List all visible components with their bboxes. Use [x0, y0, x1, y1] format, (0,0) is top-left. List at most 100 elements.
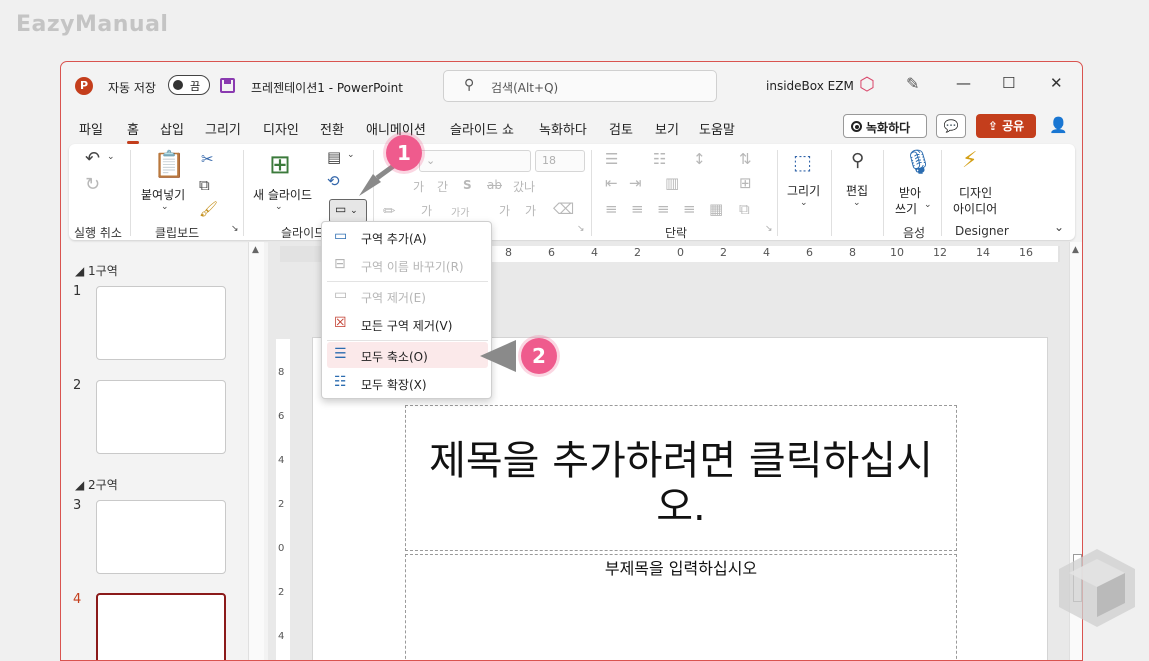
layout-dropdown-icon[interactable]: ⌄ — [347, 150, 355, 160]
tab-design[interactable]: 디자인 — [263, 119, 299, 138]
menu-item-collapse-all[interactable]: ☰ 모두 축소(O) — [327, 342, 488, 368]
tab-file[interactable]: 파일 — [79, 119, 103, 138]
tab-animations[interactable]: 애니메이션 — [366, 119, 426, 138]
menu-item-remove-all-sections[interactable]: ☒ 모든 구역 제거(V) — [327, 311, 488, 337]
grow-font-button[interactable]: 가 — [499, 202, 510, 219]
new-slide-dropdown-icon[interactable]: ⌄ — [275, 202, 283, 212]
bold-button[interactable]: 가 — [413, 178, 424, 195]
scroll-up-icon[interactable]: ▲ — [1072, 245, 1079, 255]
font-size-combo[interactable]: 18 — [535, 150, 585, 172]
account-hex-icon[interactable]: ⬡ — [859, 74, 875, 95]
columns-icon[interactable]: ▥ — [665, 174, 679, 192]
tab-view[interactable]: 보기 — [655, 119, 679, 138]
clipboard-launcher-icon[interactable]: ↘ — [231, 224, 239, 234]
edit-label[interactable]: 편집 — [846, 182, 868, 199]
minimize-button[interactable]: — — [956, 74, 971, 92]
ruler-tick: 2 — [720, 246, 727, 259]
tab-insert[interactable]: 삽입 — [160, 119, 184, 138]
title-placeholder[interactable]: 제목을 추가하려면 클릭하십시오. — [405, 405, 957, 551]
paste-label[interactable]: 붙여넣기 — [141, 186, 185, 203]
draw-label[interactable]: 그리기 — [787, 182, 820, 199]
paragraph-launcher-icon[interactable]: ↘ — [765, 224, 773, 234]
spacing-button[interactable]: 갔나 — [513, 178, 535, 195]
change-case-button[interactable]: 가가 — [451, 204, 469, 219]
layout-icon[interactable]: ▤ — [327, 148, 341, 166]
numbering-icon[interactable]: ☷ — [653, 150, 666, 168]
maximize-button[interactable]: ☐ — [1002, 74, 1015, 92]
font-color-button[interactable]: 가 — [421, 202, 432, 219]
undo-icon[interactable]: ↶ — [85, 148, 100, 169]
designer-icon[interactable]: ⚡ — [962, 148, 977, 173]
menu-item-add-section[interactable]: ▭ 구역 추가(A) — [327, 224, 488, 250]
new-slide-label[interactable]: 새 슬라이드 — [253, 186, 312, 203]
align-left-icon[interactable]: ≡ — [605, 200, 618, 218]
distributed-icon[interactable]: ▦ — [709, 200, 723, 218]
section-header-1[interactable]: ◢ 1구역 — [75, 262, 118, 279]
tab-help[interactable]: 도움말 — [699, 119, 735, 138]
reset-icon[interactable]: ⟲ — [327, 172, 340, 190]
dictate-label-2[interactable]: 쓰기 — [895, 200, 917, 217]
microphone-icon[interactable]: 🎙 — [903, 148, 933, 176]
share-button[interactable]: ⇪ 공유 — [976, 114, 1036, 138]
slide-thumbnail-3[interactable] — [96, 500, 226, 574]
slide-thumbnail-4[interactable] — [96, 593, 226, 660]
font-launcher-icon[interactable]: ↘ — [577, 224, 585, 234]
highlight-icon[interactable]: ✏ — [383, 202, 396, 220]
align-center-icon[interactable]: ≡ — [631, 200, 644, 218]
dictate-dropdown-icon[interactable]: ⌄ — [924, 200, 932, 210]
increase-indent-icon[interactable]: ⇥ — [629, 174, 642, 192]
slide-thumbnail-1[interactable] — [96, 286, 226, 360]
align-right-icon[interactable]: ≡ — [657, 200, 670, 218]
section-button[interactable]: ▭ ⌄ — [329, 199, 367, 223]
designer-label-2[interactable]: 아이디어 — [953, 200, 997, 217]
paste-icon[interactable]: 📋 — [153, 150, 185, 180]
user-name[interactable]: insideBox EZM — [766, 79, 854, 93]
text-direction-icon[interactable]: ⇅ — [739, 150, 752, 168]
designer-label-1[interactable]: 디자인 — [959, 184, 992, 201]
autosave-toggle[interactable]: 끔 — [168, 75, 210, 95]
close-button[interactable]: ✕ — [1050, 74, 1063, 92]
search-input[interactable]: ⚲ 검색(Alt+Q) — [443, 70, 717, 102]
undo-dropdown-icon[interactable]: ⌄ — [107, 152, 115, 162]
dictate-label-1[interactable]: 받아 — [899, 184, 921, 201]
decrease-indent-icon[interactable]: ⇤ — [605, 174, 618, 192]
menu-item-expand-all[interactable]: ☷ 모두 확장(X) — [327, 370, 488, 396]
strike-button[interactable]: ab — [487, 178, 502, 192]
find-icon[interactable]: ⚲ — [851, 150, 864, 171]
smartart-icon[interactable]: ⧉ — [739, 200, 750, 218]
edit-dropdown-icon[interactable]: ⌄ — [853, 198, 861, 208]
paste-dropdown-icon[interactable]: ⌄ — [161, 202, 169, 212]
align-text-icon[interactable]: ⊞ — [739, 174, 752, 192]
scroll-up-icon[interactable]: ▲ — [252, 245, 259, 255]
tab-slideshow[interactable]: 슬라이드 쇼 — [450, 119, 514, 138]
shrink-font-button[interactable]: 가 — [525, 202, 536, 219]
line-spacing-icon[interactable]: ↕ — [693, 150, 706, 168]
bullets-icon[interactable]: ☰ — [605, 150, 618, 168]
subtitle-placeholder[interactable]: 부제목을 입력하십시오 — [405, 554, 957, 660]
section-header-2[interactable]: ◢ 2구역 — [75, 476, 118, 493]
comments-button[interactable]: 💬 — [936, 114, 966, 138]
clear-format-icon[interactable]: ⌫ — [553, 200, 574, 218]
tab-draw[interactable]: 그리기 — [205, 119, 241, 138]
slide-thumbnail-2[interactable] — [96, 380, 226, 454]
new-slide-icon[interactable]: ⊞ — [269, 150, 291, 180]
copy-icon[interactable]: ⧉ — [199, 176, 210, 194]
cut-icon[interactable]: ✂ — [201, 150, 214, 168]
tab-record[interactable]: 녹화하다 — [539, 119, 587, 138]
tab-transitions[interactable]: 전환 — [320, 119, 344, 138]
underline-button[interactable]: 간 — [437, 178, 448, 195]
shapes-icon[interactable]: ⬚ — [793, 150, 812, 174]
format-painter-icon[interactable]: 🖌 — [199, 200, 218, 218]
save-icon[interactable] — [220, 78, 235, 93]
person-icon[interactable]: 👤 — [1049, 116, 1068, 134]
record-button[interactable]: 녹화하다 — [843, 114, 927, 138]
font-name-combo[interactable]: ⌄ — [419, 150, 531, 172]
draw-dropdown-icon[interactable]: ⌄ — [800, 198, 808, 208]
tab-home[interactable]: 홈 — [127, 119, 139, 144]
collapse-ribbon-icon[interactable]: ⌄ — [1054, 220, 1064, 234]
tab-review[interactable]: 검토 — [609, 119, 633, 138]
slide-pane-scrollbar[interactable]: ▲ — [248, 242, 264, 660]
shadow-button[interactable]: S — [463, 178, 472, 192]
magic-wand-icon[interactable]: ✎ — [906, 74, 919, 93]
justify-icon[interactable]: ≡ — [683, 200, 696, 218]
